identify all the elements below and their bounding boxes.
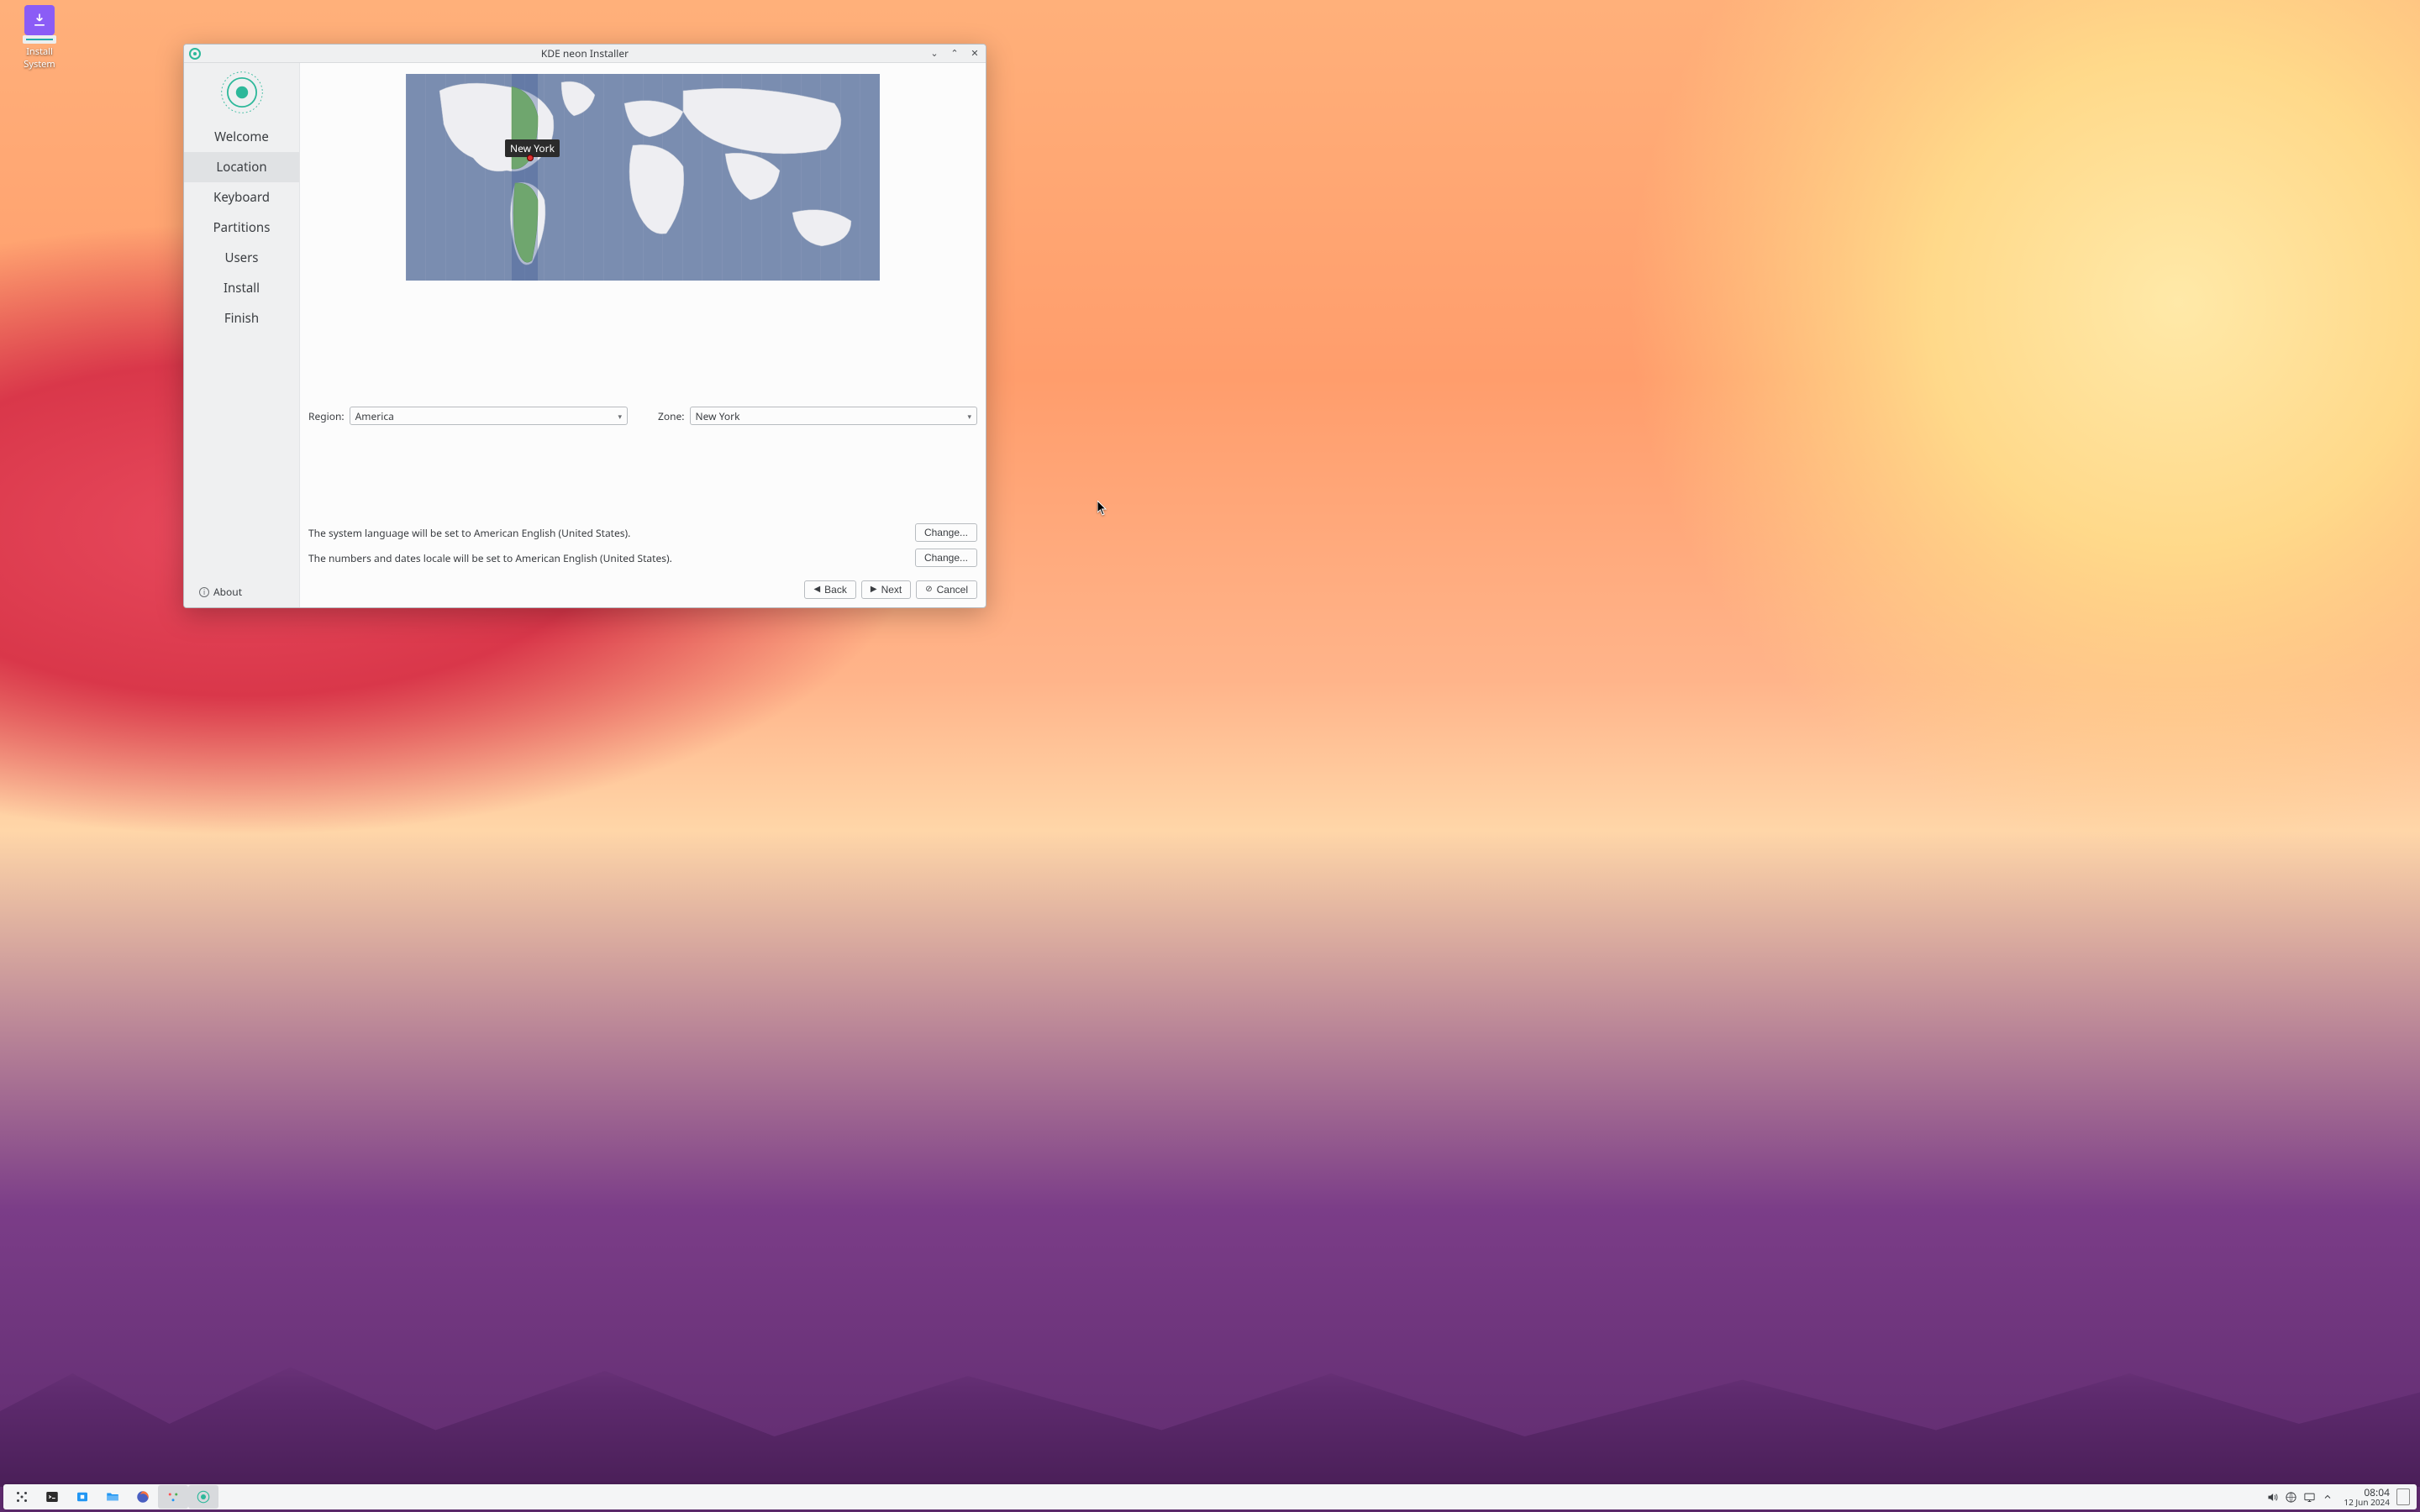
- minimize-button[interactable]: ⌄: [929, 47, 940, 60]
- installer-icon-strip: [23, 35, 56, 44]
- chevron-left-icon: ◀: [813, 585, 820, 594]
- window-title: KDE neon Installer: [184, 46, 986, 60]
- change-language-button[interactable]: Change...: [915, 523, 977, 542]
- installer-window: KDE neon Installer ⌄ ⌃ ✕ Welcome Locatio…: [183, 44, 986, 608]
- installer-icon: [24, 5, 55, 35]
- app-launcher-button[interactable]: [7, 1485, 37, 1509]
- back-button[interactable]: ◀ Back: [804, 580, 855, 599]
- show-desktop-button[interactable]: [2396, 1488, 2410, 1505]
- taskbar-discover[interactable]: [67, 1485, 97, 1509]
- wallpaper-foreground: [0, 1361, 2420, 1487]
- numbers-locale-text: The numbers and dates locale will be set…: [308, 551, 672, 565]
- region-zone-row: Region: America ▾ Zone: New York ▾: [308, 407, 977, 425]
- close-button[interactable]: ✕: [969, 47, 981, 60]
- mouse-cursor: [1097, 501, 1107, 516]
- taskbar-installer[interactable]: [188, 1485, 218, 1509]
- cancel-button[interactable]: ⊘ Cancel: [916, 580, 977, 599]
- region-select[interactable]: America ▾: [350, 407, 628, 425]
- region-value: America: [355, 409, 394, 423]
- sidebar-step-partitions[interactable]: Partitions: [184, 213, 299, 243]
- sidebar-step-label: Welcome: [214, 129, 269, 145]
- display-icon[interactable]: [2302, 1489, 2317, 1504]
- sidebar-step-finish[interactable]: Finish: [184, 303, 299, 333]
- cancel-label: Cancel: [937, 584, 968, 596]
- desktop-icon-label: Install System: [10, 45, 69, 71]
- timezone-map[interactable]: New York: [406, 74, 880, 281]
- taskbar-settings[interactable]: [158, 1485, 188, 1509]
- volume-icon[interactable]: [2265, 1489, 2280, 1504]
- map-city-pin: [527, 155, 534, 161]
- change-label: Change...: [924, 552, 968, 564]
- sidebar-step-label: Users: [225, 249, 259, 266]
- map-city-label: New York: [505, 139, 560, 157]
- zone-value: New York: [696, 409, 740, 423]
- taskbar-clock[interactable]: 08:04 12 Jun 2024: [2340, 1487, 2393, 1507]
- sidebar-step-label: Finish: [224, 310, 259, 327]
- maximize-button[interactable]: ⌃: [949, 47, 960, 60]
- change-numbers-button[interactable]: Change...: [915, 549, 977, 567]
- next-button[interactable]: ▶ Next: [861, 580, 911, 599]
- sidebar-step-install[interactable]: Install: [184, 273, 299, 303]
- system-tray: [2260, 1489, 2340, 1504]
- about-button[interactable]: i About: [184, 578, 299, 607]
- sidebar-step-welcome[interactable]: Welcome: [184, 122, 299, 152]
- timezone-band-highlight: [512, 74, 538, 281]
- sidebar-step-label: Keyboard: [213, 189, 270, 206]
- installer-main-panel: New York Region: America ▾ Zone: New Yor: [300, 63, 986, 607]
- clock-date: 12 Jun 2024: [2344, 1498, 2390, 1507]
- next-label: Next: [881, 584, 902, 596]
- app-icon: [189, 48, 201, 60]
- language-locale-text: The system language will be set to Ameri…: [308, 526, 630, 540]
- sidebar-step-users[interactable]: Users: [184, 243, 299, 273]
- desktop-icon-install-system[interactable]: Install System: [10, 5, 69, 71]
- zone-select[interactable]: New York ▾: [690, 407, 977, 425]
- about-label: About: [213, 585, 242, 599]
- sidebar-step-label: Location: [216, 159, 266, 176]
- neon-logo: [184, 63, 299, 122]
- sidebar-step-keyboard[interactable]: Keyboard: [184, 182, 299, 213]
- tray-expand-icon[interactable]: [2320, 1489, 2335, 1504]
- window-titlebar[interactable]: KDE neon Installer ⌄ ⌃ ✕: [184, 45, 986, 63]
- sidebar-step-label: Partitions: [213, 219, 271, 236]
- back-label: Back: [824, 584, 847, 596]
- info-icon: i: [199, 587, 209, 597]
- region-label: Region:: [308, 409, 345, 423]
- taskbar-terminal[interactable]: [37, 1485, 67, 1509]
- taskbar-files[interactable]: [97, 1485, 128, 1509]
- chevron-down-icon: ▾: [967, 411, 971, 422]
- zone-label: Zone:: [658, 409, 685, 423]
- chevron-right-icon: ▶: [871, 585, 877, 594]
- installer-sidebar: Welcome Location Keyboard Partitions Use…: [184, 63, 300, 607]
- taskbar-firefox[interactable]: [128, 1485, 158, 1509]
- cancel-icon: ⊘: [925, 585, 932, 594]
- taskbar: 08:04 12 Jun 2024: [3, 1484, 2417, 1509]
- change-label: Change...: [924, 527, 968, 538]
- chevron-down-icon: ▾: [618, 411, 622, 422]
- sidebar-step-location[interactable]: Location: [184, 152, 299, 182]
- network-icon[interactable]: [2283, 1489, 2298, 1504]
- sidebar-step-label: Install: [224, 280, 260, 297]
